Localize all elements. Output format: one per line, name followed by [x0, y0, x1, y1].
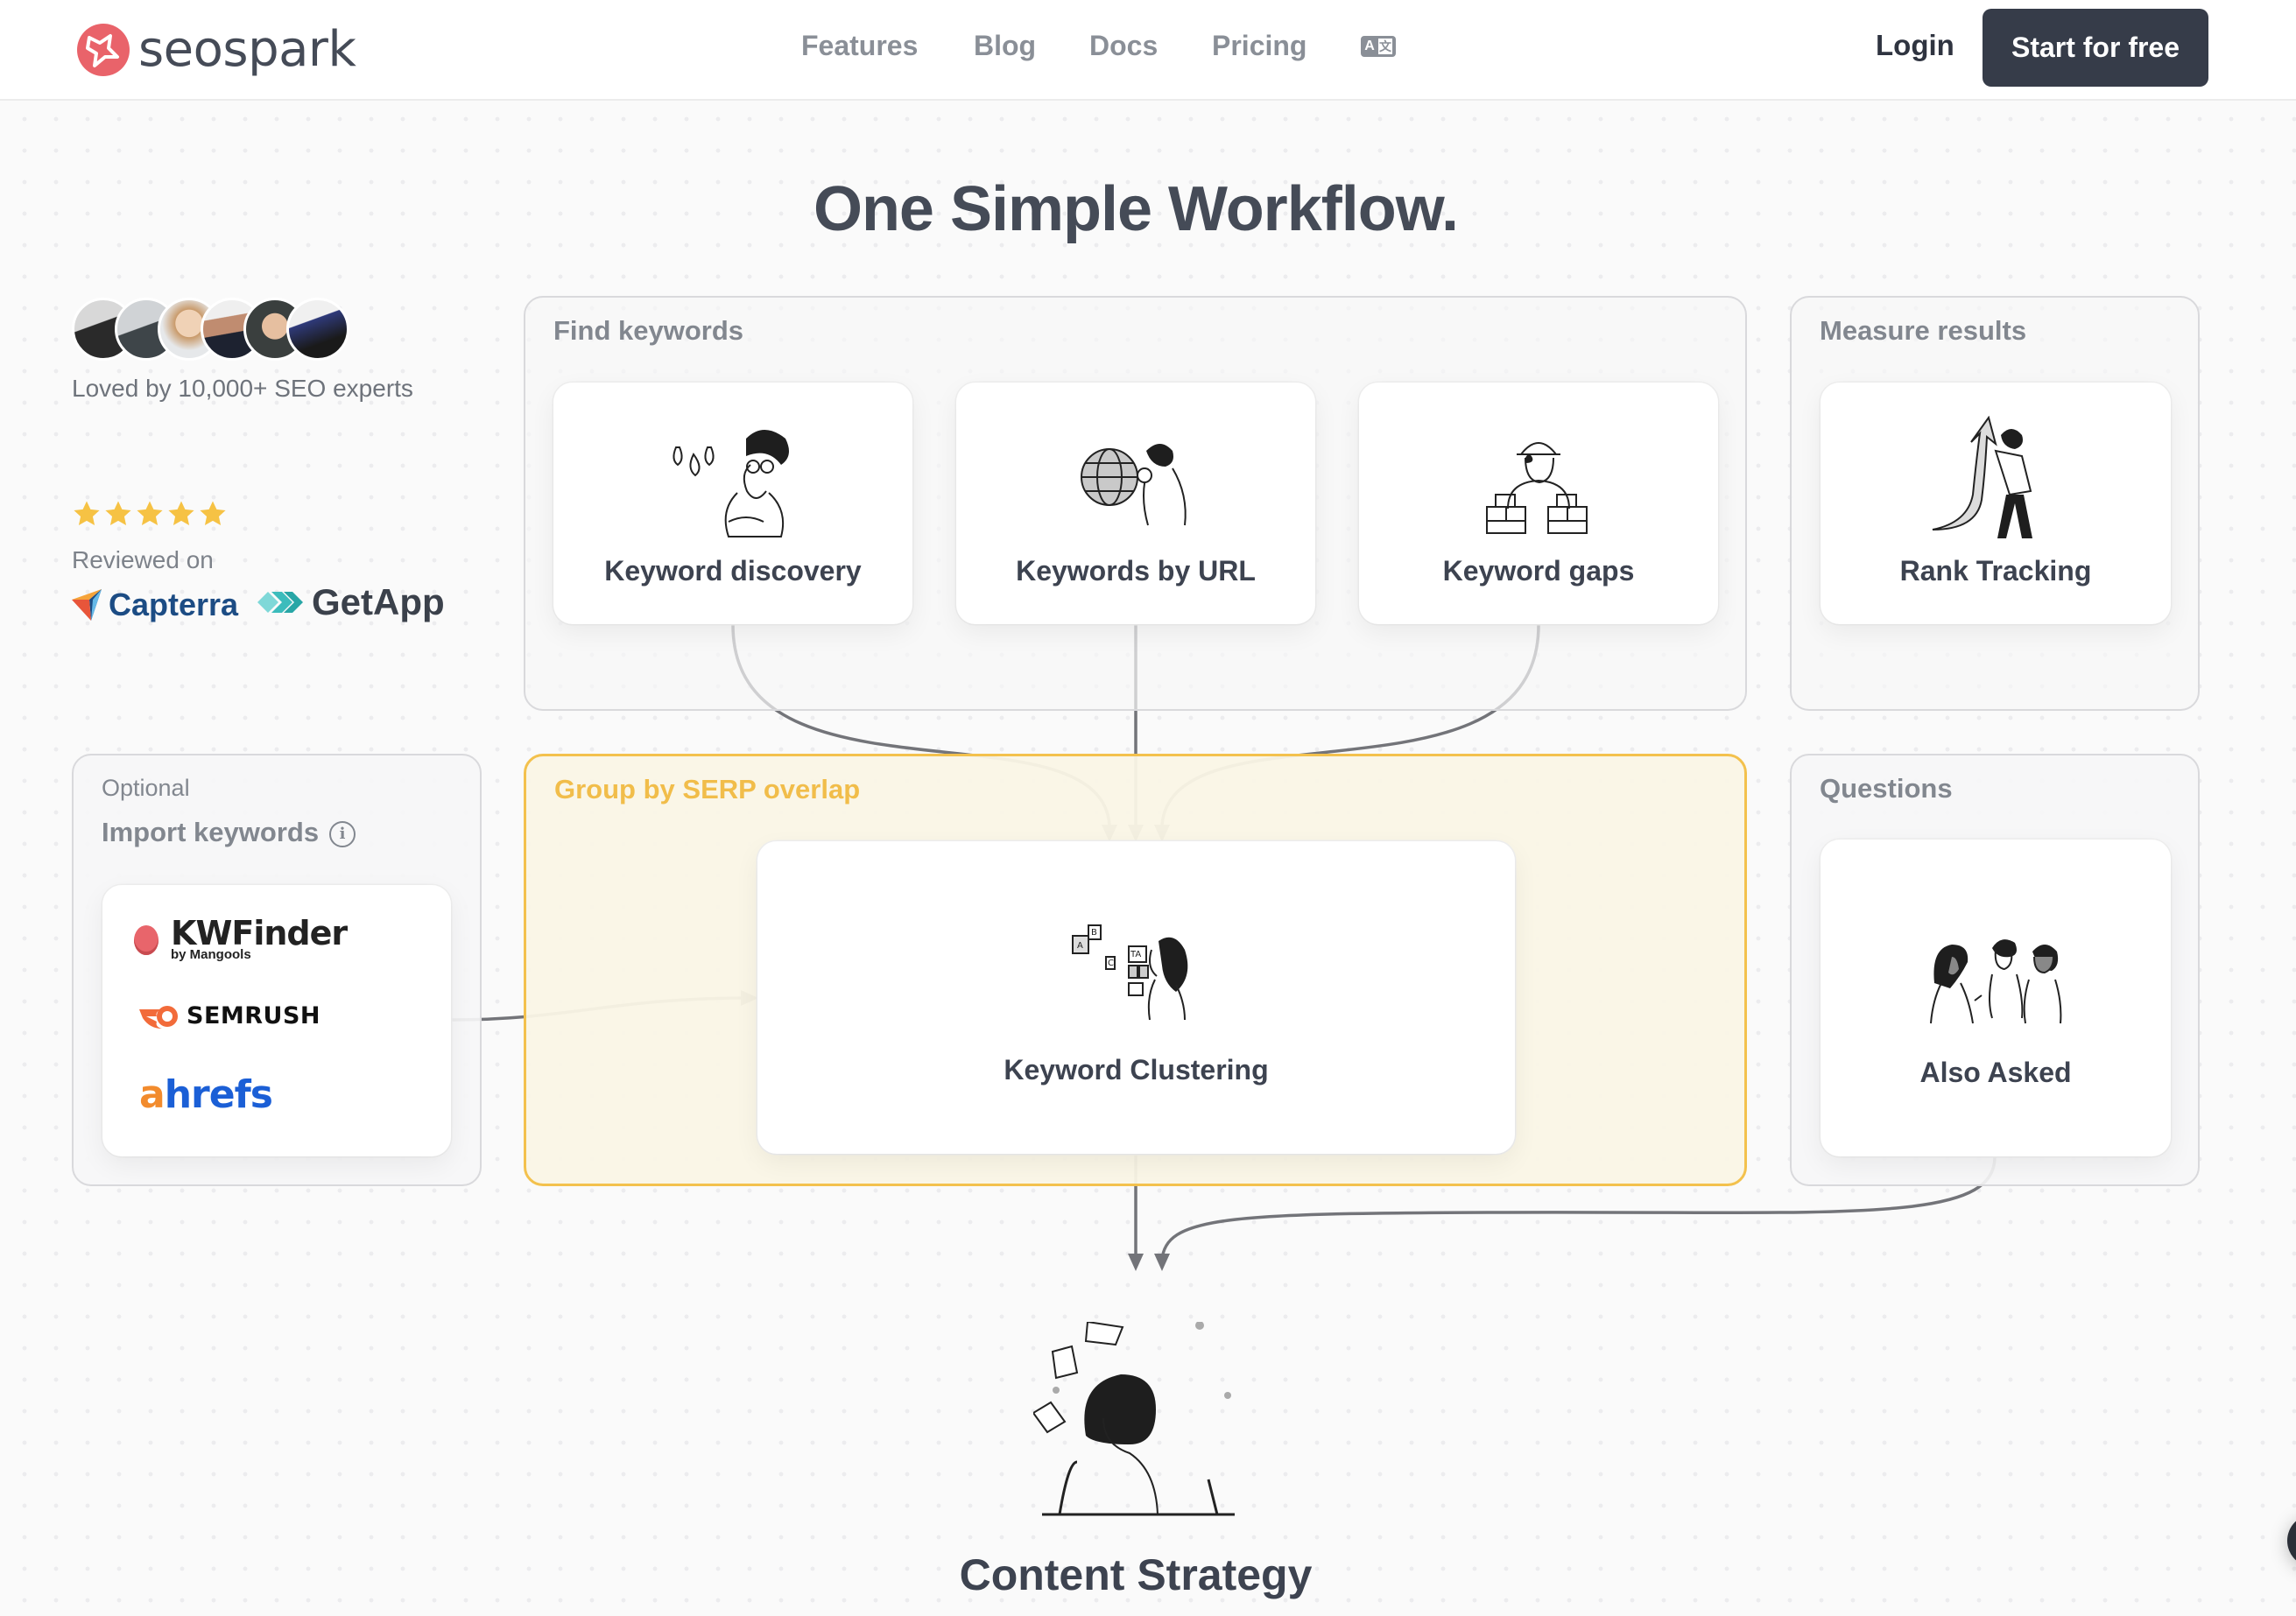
svg-text:TA: TA — [1130, 950, 1141, 959]
kwfinder-logo[interactable]: KWFinder by Mangools — [134, 914, 348, 962]
letter-blocks-illustration-icon: A B C TA — [1071, 924, 1187, 1021]
login-link[interactable]: Login — [1876, 29, 1954, 62]
semrush-flame-icon — [139, 1005, 178, 1029]
nav-blog[interactable]: Blog — [974, 30, 1036, 62]
people-talking-illustration-icon — [1930, 939, 2062, 1024]
ahrefs-rest: hrefs — [164, 1072, 273, 1117]
panel-title: Find keywords — [553, 315, 744, 346]
keywords-by-url-card[interactable]: Keywords by URL — [956, 383, 1315, 624]
builder-illustration-icon — [1486, 442, 1588, 534]
lang-icon-left: A — [1364, 39, 1375, 53]
content-strategy-label: Content Strategy — [959, 1550, 1313, 1599]
start-for-free-button[interactable]: Start for free — [1983, 9, 2208, 87]
chat-widget-button[interactable] — [2287, 1514, 2296, 1567]
semrush-name: SEMRUSH — [187, 1002, 321, 1029]
star-icon — [168, 501, 194, 526]
avatar — [286, 298, 349, 361]
reviewed-on-label: Reviewed on — [72, 546, 214, 573]
card-label: Keywords by URL — [1016, 555, 1256, 587]
globe-search-illustration-icon — [1081, 444, 1187, 526]
brand-name: seospark — [138, 21, 356, 78]
import-keywords-title: Import keywords i — [102, 817, 356, 848]
ahrefs-logo[interactable]: a hrefs — [139, 1072, 273, 1117]
nav-features[interactable]: Features — [801, 30, 918, 62]
ideas-illustration-icon — [673, 430, 789, 537]
brand-logo[interactable]: seospark — [77, 21, 356, 78]
nav-docs[interactable]: Docs — [1089, 30, 1158, 62]
capterra-logo[interactable]: Capterra — [72, 587, 238, 623]
ahrefs-a: a — [139, 1072, 166, 1117]
getapp-icon — [257, 592, 303, 613]
card-label: Keyword gaps — [1442, 555, 1635, 587]
language-switcher-icon[interactable]: A 文 — [1361, 36, 1396, 57]
loved-by-text: Loved by 10,000+ SEO experts — [72, 375, 413, 402]
keyword-gaps-card[interactable]: Keyword gaps — [1359, 383, 1718, 624]
panel-title: Measure results — [1820, 315, 2027, 346]
rank-tracking-card[interactable]: Rank Tracking — [1821, 383, 2171, 624]
optional-label: Optional — [102, 775, 190, 801]
lang-icon-right: 文 — [1378, 39, 1392, 54]
getapp-name: GetApp — [312, 581, 445, 622]
star-icon — [105, 501, 131, 526]
kwfinder-dot-icon — [134, 925, 158, 955]
panel-title: Group by SERP overlap — [554, 774, 861, 804]
page-title: One Simple Workflow. — [813, 174, 1459, 244]
capterra-name: Capterra — [109, 587, 239, 622]
arrowhead — [1154, 1254, 1170, 1271]
svg-text:C: C — [1108, 959, 1114, 968]
semrush-logo[interactable]: SEMRUSH — [139, 1002, 320, 1029]
info-icon[interactable]: i — [329, 820, 356, 847]
capterra-icon — [72, 589, 102, 621]
star-icon — [74, 501, 100, 526]
star-icon — [137, 501, 163, 526]
card-label: Rank Tracking — [1899, 555, 2092, 587]
spark-logo-icon — [77, 23, 130, 76]
keyword-discovery-card[interactable]: Keyword discovery — [553, 383, 912, 624]
import-keywords-title-text: Import keywords — [102, 817, 320, 847]
import-sources-card: KWFinder by Mangools SEMRUSH a hrefs — [102, 885, 451, 1156]
card-label: Keyword Clustering — [1004, 1054, 1269, 1086]
panel-title: Questions — [1820, 773, 1953, 804]
arrowhead — [1128, 1254, 1144, 1271]
also-asked-card[interactable]: Also Asked — [1821, 840, 2171, 1156]
keyword-clustering-card[interactable]: A B C TA Keyword Clustering — [757, 841, 1515, 1154]
site-header: seospark Features Blog Docs Pricing A 文 … — [0, 0, 2296, 101]
nav-pricing[interactable]: Pricing — [1212, 30, 1306, 62]
svg-text:A: A — [1077, 941, 1083, 951]
writer-illustration-icon — [1033, 1322, 1235, 1516]
kwfinder-name: KWFinder — [171, 914, 348, 952]
getapp-logo[interactable]: GetApp — [256, 581, 445, 623]
rating-stars — [72, 499, 228, 529]
rising-arrow-illustration-icon — [1932, 416, 2032, 538]
card-label: Also Asked — [1919, 1057, 2072, 1088]
star-icon — [200, 501, 226, 526]
svg-text:B: B — [1091, 928, 1097, 938]
card-label: Keyword discovery — [604, 555, 862, 587]
